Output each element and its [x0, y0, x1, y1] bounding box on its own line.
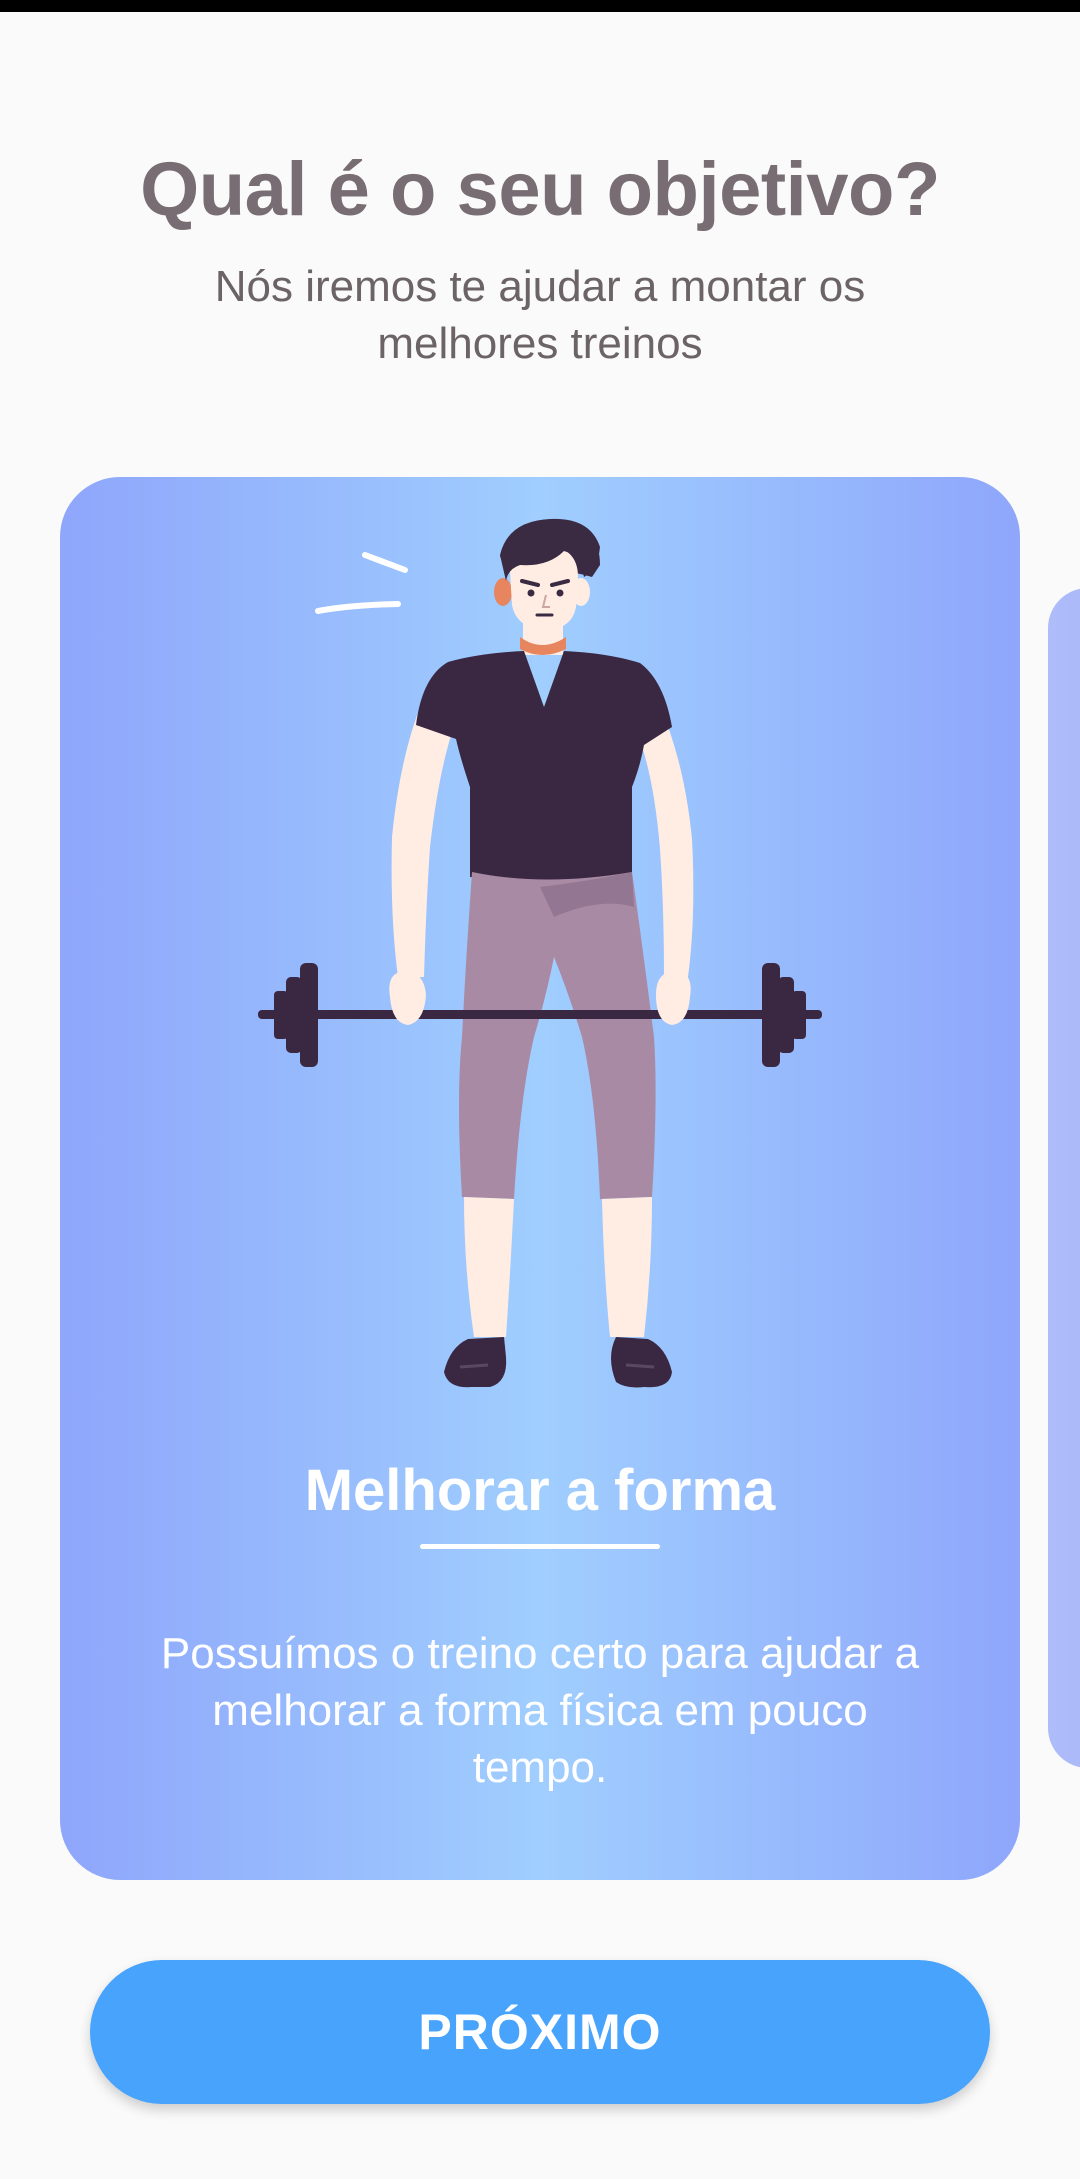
next-button[interactable]: PRÓXIMO	[90, 1960, 990, 2104]
page-title: Qual é o seu objetivo?	[140, 147, 940, 232]
goal-card-title: Melhorar a forma	[304, 1458, 776, 1523]
status-bar	[0, 0, 1080, 12]
goal-card-description: Possuímos o treino certo para ajudar a m…	[160, 1629, 920, 1792]
goal-card-title-underline	[420, 1544, 660, 1549]
header: Qual é o seu objetivo? Nós iremos te aju…	[0, 140, 1080, 372]
goal-card[interactable]: Melhorar a forma Possuímos o treino cert…	[60, 477, 1020, 1880]
page-subtitle: Nós iremos te ajudar a montar os melhore…	[214, 262, 866, 368]
next-goal-card[interactable]	[1048, 588, 1080, 1768]
man-lifting-barbell-illustration	[258, 518, 822, 1388]
